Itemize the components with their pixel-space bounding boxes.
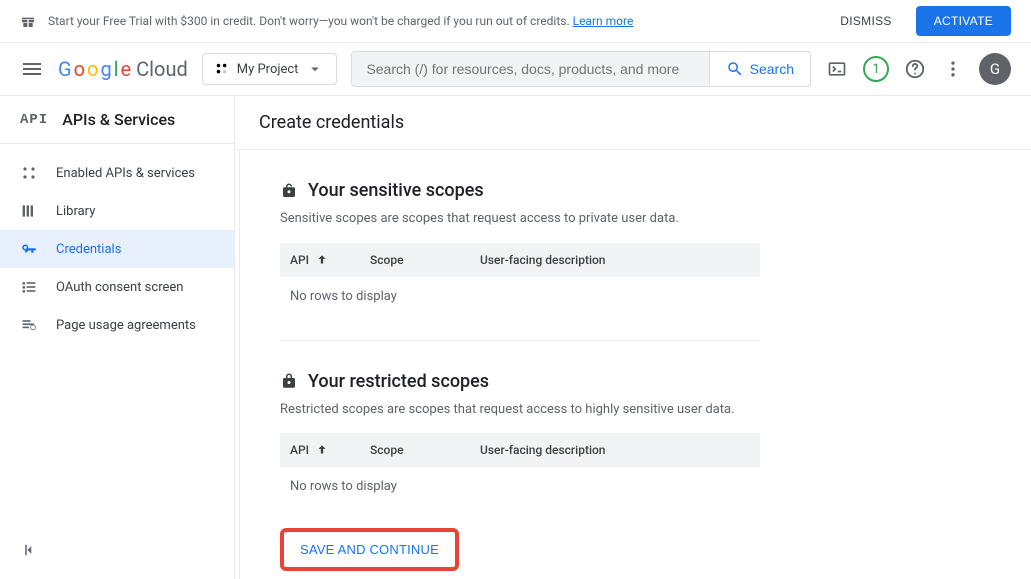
notification-badge[interactable]: 1 — [863, 56, 889, 82]
dismiss-button[interactable]: DISMISS — [828, 6, 903, 36]
project-dots-icon — [215, 62, 229, 76]
save-and-continue-button[interactable]: SAVE AND CONTINUE — [286, 534, 453, 565]
enabled-apis-icon — [20, 164, 38, 182]
google-cloud-logo[interactable]: Google Cloud — [58, 57, 188, 81]
sensitive-scopes-table: API Scope User-facing description No row… — [280, 243, 760, 316]
consent-icon — [20, 278, 38, 296]
search-input[interactable] — [352, 52, 708, 86]
sidebar-item-label: Library — [56, 204, 95, 219]
sidebar-item-label: OAuth consent screen — [56, 280, 183, 295]
empty-row: No rows to display — [280, 467, 760, 506]
api-badge-icon: API — [20, 112, 48, 128]
restricted-scopes-section: Your restricted scopes Restricted scopes… — [280, 371, 760, 507]
sidebar-item-label: Enabled APIs & services — [56, 166, 195, 181]
collapse-sidebar-icon[interactable] — [20, 541, 38, 559]
col-api-header[interactable]: API — [280, 253, 370, 267]
agreement-icon — [20, 316, 38, 334]
section-description: Sensitive scopes are scopes that request… — [280, 209, 760, 229]
sidebar-item-library[interactable]: Library — [0, 192, 234, 230]
activate-button[interactable]: ACTIVATE — [916, 6, 1011, 36]
project-selector[interactable]: My Project — [202, 53, 338, 85]
avatar[interactable]: G — [979, 53, 1011, 85]
section-description: Restricted scopes are scopes that reques… — [280, 400, 760, 420]
page-title: Create credentials — [235, 96, 1031, 150]
restricted-scopes-table: API Scope User-facing description No row… — [280, 433, 760, 506]
free-trial-banner: Start your Free Trial with $300 in credi… — [0, 0, 1031, 43]
col-desc-header[interactable]: User-facing description — [480, 253, 760, 267]
search-button[interactable]: Search — [709, 52, 810, 86]
menu-icon[interactable] — [20, 57, 44, 81]
sidebar-item-enabled-apis[interactable]: Enabled APIs & services — [0, 154, 234, 192]
sort-arrow-icon — [315, 253, 329, 267]
sidebar-header: API APIs & Services — [0, 96, 234, 144]
table-header: API Scope User-facing description — [280, 433, 760, 467]
table-header: API Scope User-facing description — [280, 243, 760, 277]
key-icon — [20, 240, 38, 258]
empty-row: No rows to display — [280, 277, 760, 316]
cloud-shell-icon[interactable] — [825, 57, 849, 81]
save-button-highlight: SAVE AND CONTINUE — [280, 528, 459, 571]
divider — [280, 340, 760, 341]
section-title: Your restricted scopes — [308, 371, 489, 392]
sidebar-item-page-usage[interactable]: Page usage agreements — [0, 306, 234, 344]
lock-icon — [280, 372, 298, 390]
col-scope-header[interactable]: Scope — [370, 253, 480, 267]
sidebar-item-credentials[interactable]: Credentials — [0, 230, 234, 268]
section-title: Your sensitive scopes — [308, 180, 484, 201]
project-name: My Project — [237, 62, 299, 77]
help-icon[interactable] — [903, 57, 927, 81]
search-bar: Search — [351, 51, 811, 87]
col-scope-header[interactable]: Scope — [370, 443, 480, 457]
more-menu-icon[interactable] — [941, 57, 965, 81]
lock-open-icon — [280, 182, 298, 200]
sidebar-item-oauth-consent[interactable]: OAuth consent screen — [0, 268, 234, 306]
col-api-header[interactable]: API — [280, 443, 370, 457]
learn-more-link[interactable]: Learn more — [573, 14, 634, 28]
chevron-down-icon — [306, 60, 324, 78]
app-header: Google Cloud My Project Search 1 G — [0, 43, 1031, 96]
sensitive-scopes-section: Your sensitive scopes Sensitive scopes a… — [280, 180, 760, 341]
banner-text: Start your Free Trial with $300 in credi… — [48, 14, 816, 28]
library-icon — [20, 202, 38, 220]
sidebar-item-label: Credentials — [56, 242, 121, 257]
sidebar-item-label: Page usage agreements — [56, 318, 196, 333]
sidebar: API APIs & Services Enabled APIs & servi… — [0, 96, 235, 579]
col-desc-header[interactable]: User-facing description — [480, 443, 760, 457]
sort-arrow-icon — [315, 443, 329, 457]
gift-icon — [20, 13, 36, 29]
main-panel: Create credentials Your sensitive scopes… — [235, 96, 1031, 579]
search-icon — [726, 60, 744, 78]
